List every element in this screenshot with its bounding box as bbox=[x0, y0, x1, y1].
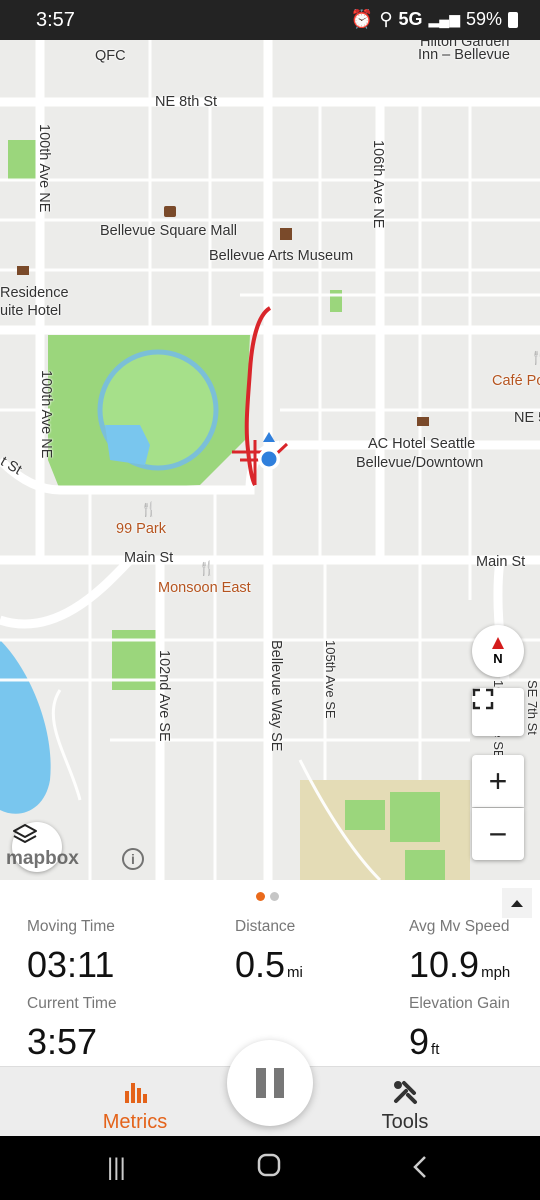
status-icons: ⏰ ⚲ 5G ▂▄▆ 59% bbox=[351, 9, 518, 30]
status-time: 3:57 bbox=[36, 9, 75, 31]
mapbox-attribution[interactable]: mapbox bbox=[6, 848, 79, 870]
metric-moving-time: Moving Time 03:11 bbox=[27, 918, 115, 986]
network-label: 5G bbox=[398, 9, 423, 29]
metric-value: 3:57 bbox=[27, 1021, 98, 1062]
back-icon[interactable] bbox=[410, 1154, 430, 1187]
metric-value: 03:11 bbox=[27, 944, 115, 985]
battery-percent: 59% bbox=[465, 9, 502, 29]
metric-avg-speed: Avg Mv Speed 10.9 mph bbox=[409, 918, 510, 986]
status-bar: 3:57 ⏰ ⚲ 5G ▂▄▆ 59% bbox=[0, 0, 540, 40]
metric-value: 0.5 mi bbox=[235, 944, 303, 985]
metric-unit: mi bbox=[287, 964, 303, 981]
fullscreen-button[interactable] bbox=[472, 688, 524, 736]
map-label-ne-right: NE 5 bbox=[514, 410, 540, 426]
info-icon[interactable]: i bbox=[122, 848, 144, 870]
layers-icon bbox=[13, 824, 37, 843]
map-label-100th-ave-top: 100th Ave NE bbox=[36, 124, 52, 213]
tab-tools-label: Tools bbox=[381, 1111, 429, 1133]
metric-label: Elevation Gain bbox=[409, 995, 510, 1012]
page-dot-2 bbox=[270, 892, 279, 901]
home-icon[interactable] bbox=[256, 1152, 282, 1185]
map-label-se-7th: SE 7th St bbox=[525, 680, 540, 735]
compass-button[interactable]: N bbox=[472, 625, 524, 677]
map-label-museum: Bellevue Arts Museum bbox=[209, 248, 354, 264]
svg-text:🍴: 🍴 bbox=[140, 501, 157, 518]
map-label-100th-ave-mid: 100th Ave NE bbox=[38, 370, 54, 459]
mall-marker bbox=[164, 206, 176, 217]
metrics-panel[interactable]: Moving Time 03:11 Distance 0.5 mi Avg Mv … bbox=[0, 880, 540, 1066]
museum-marker bbox=[280, 228, 292, 240]
map-label-hilton-2: Inn – Bellevue bbox=[418, 47, 510, 63]
map-view[interactable]: 🍴 🍴 🍴 QFC Hilton Garden Inn – Bellevue N… bbox=[0, 40, 540, 880]
metric-value: 10.9 mph bbox=[409, 944, 511, 985]
map-label-mall: Bellevue Square Mall bbox=[100, 223, 238, 239]
svg-text:🍴: 🍴 bbox=[198, 560, 215, 577]
map-label-residence-1: Residence bbox=[0, 285, 69, 301]
map-label-bellevue-way: Bellevue Way SE bbox=[268, 640, 284, 752]
compass-arrow-icon bbox=[492, 636, 504, 649]
page-indicator bbox=[256, 892, 279, 901]
pause-button[interactable] bbox=[227, 1040, 313, 1126]
svg-text:🍴: 🍴 bbox=[530, 349, 540, 366]
map-label-ne-8th: NE 8th St bbox=[155, 94, 218, 110]
tab-metrics-label: Metrics bbox=[102, 1111, 168, 1133]
signal-icon: ▂▄▆ bbox=[428, 11, 460, 27]
map-label-99-park: 99 Park bbox=[116, 521, 166, 537]
map-label-102nd-ave: 102nd Ave SE bbox=[156, 650, 172, 742]
map-label-106th-ave: 106th Ave NE bbox=[370, 140, 386, 229]
system-nav-bar: ||| bbox=[0, 1136, 540, 1200]
metric-label: Moving Time bbox=[27, 918, 115, 935]
page-dot-1 bbox=[256, 892, 265, 901]
metric-distance: Distance 0.5 mi bbox=[235, 918, 303, 986]
fullscreen-icon bbox=[472, 688, 494, 710]
metric-elevation-gain: Elevation Gain 9 ft bbox=[409, 995, 510, 1063]
metric-label: Current Time bbox=[27, 995, 117, 1012]
metric-label: Distance bbox=[235, 918, 296, 935]
battery-icon bbox=[508, 11, 518, 28]
metric-label: Avg Mv Speed bbox=[409, 918, 510, 935]
metric-current-time: Current Time 3:57 bbox=[27, 995, 117, 1063]
zoom-out-button[interactable]: − bbox=[472, 808, 524, 860]
recent-apps-icon[interactable]: ||| bbox=[107, 1154, 126, 1182]
lake-water bbox=[0, 640, 51, 814]
chevron-up-icon bbox=[511, 899, 523, 907]
map-label-monsoon: Monsoon East bbox=[158, 580, 251, 596]
compass-north-label: N bbox=[493, 650, 503, 666]
map-label-main-st-left: Main St bbox=[124, 550, 174, 566]
zoom-in-button[interactable]: + bbox=[472, 755, 524, 807]
pause-icon bbox=[256, 1068, 266, 1098]
metric-value: 9 ft bbox=[409, 1021, 440, 1062]
map-label-main-st-right: Main St bbox=[476, 554, 526, 570]
map-label-residence-2: uite Hotel bbox=[0, 303, 62, 319]
map-label-ac-hotel-1: AC Hotel Seattle bbox=[368, 436, 476, 452]
metric-unit: ft bbox=[431, 1041, 440, 1058]
location-icon: ⚲ bbox=[379, 9, 393, 29]
expand-panel-button[interactable] bbox=[502, 888, 532, 918]
map-label-ac-hotel-2: Bellevue/Downtown bbox=[356, 455, 484, 471]
map-label-qfc: QFC bbox=[95, 48, 126, 64]
map-label-cafe: Café Po bbox=[492, 373, 540, 389]
alarm-icon: ⏰ bbox=[350, 9, 374, 29]
map-label-105th-ave: 105th Ave SE bbox=[323, 640, 338, 719]
metric-unit: mph bbox=[481, 964, 511, 981]
